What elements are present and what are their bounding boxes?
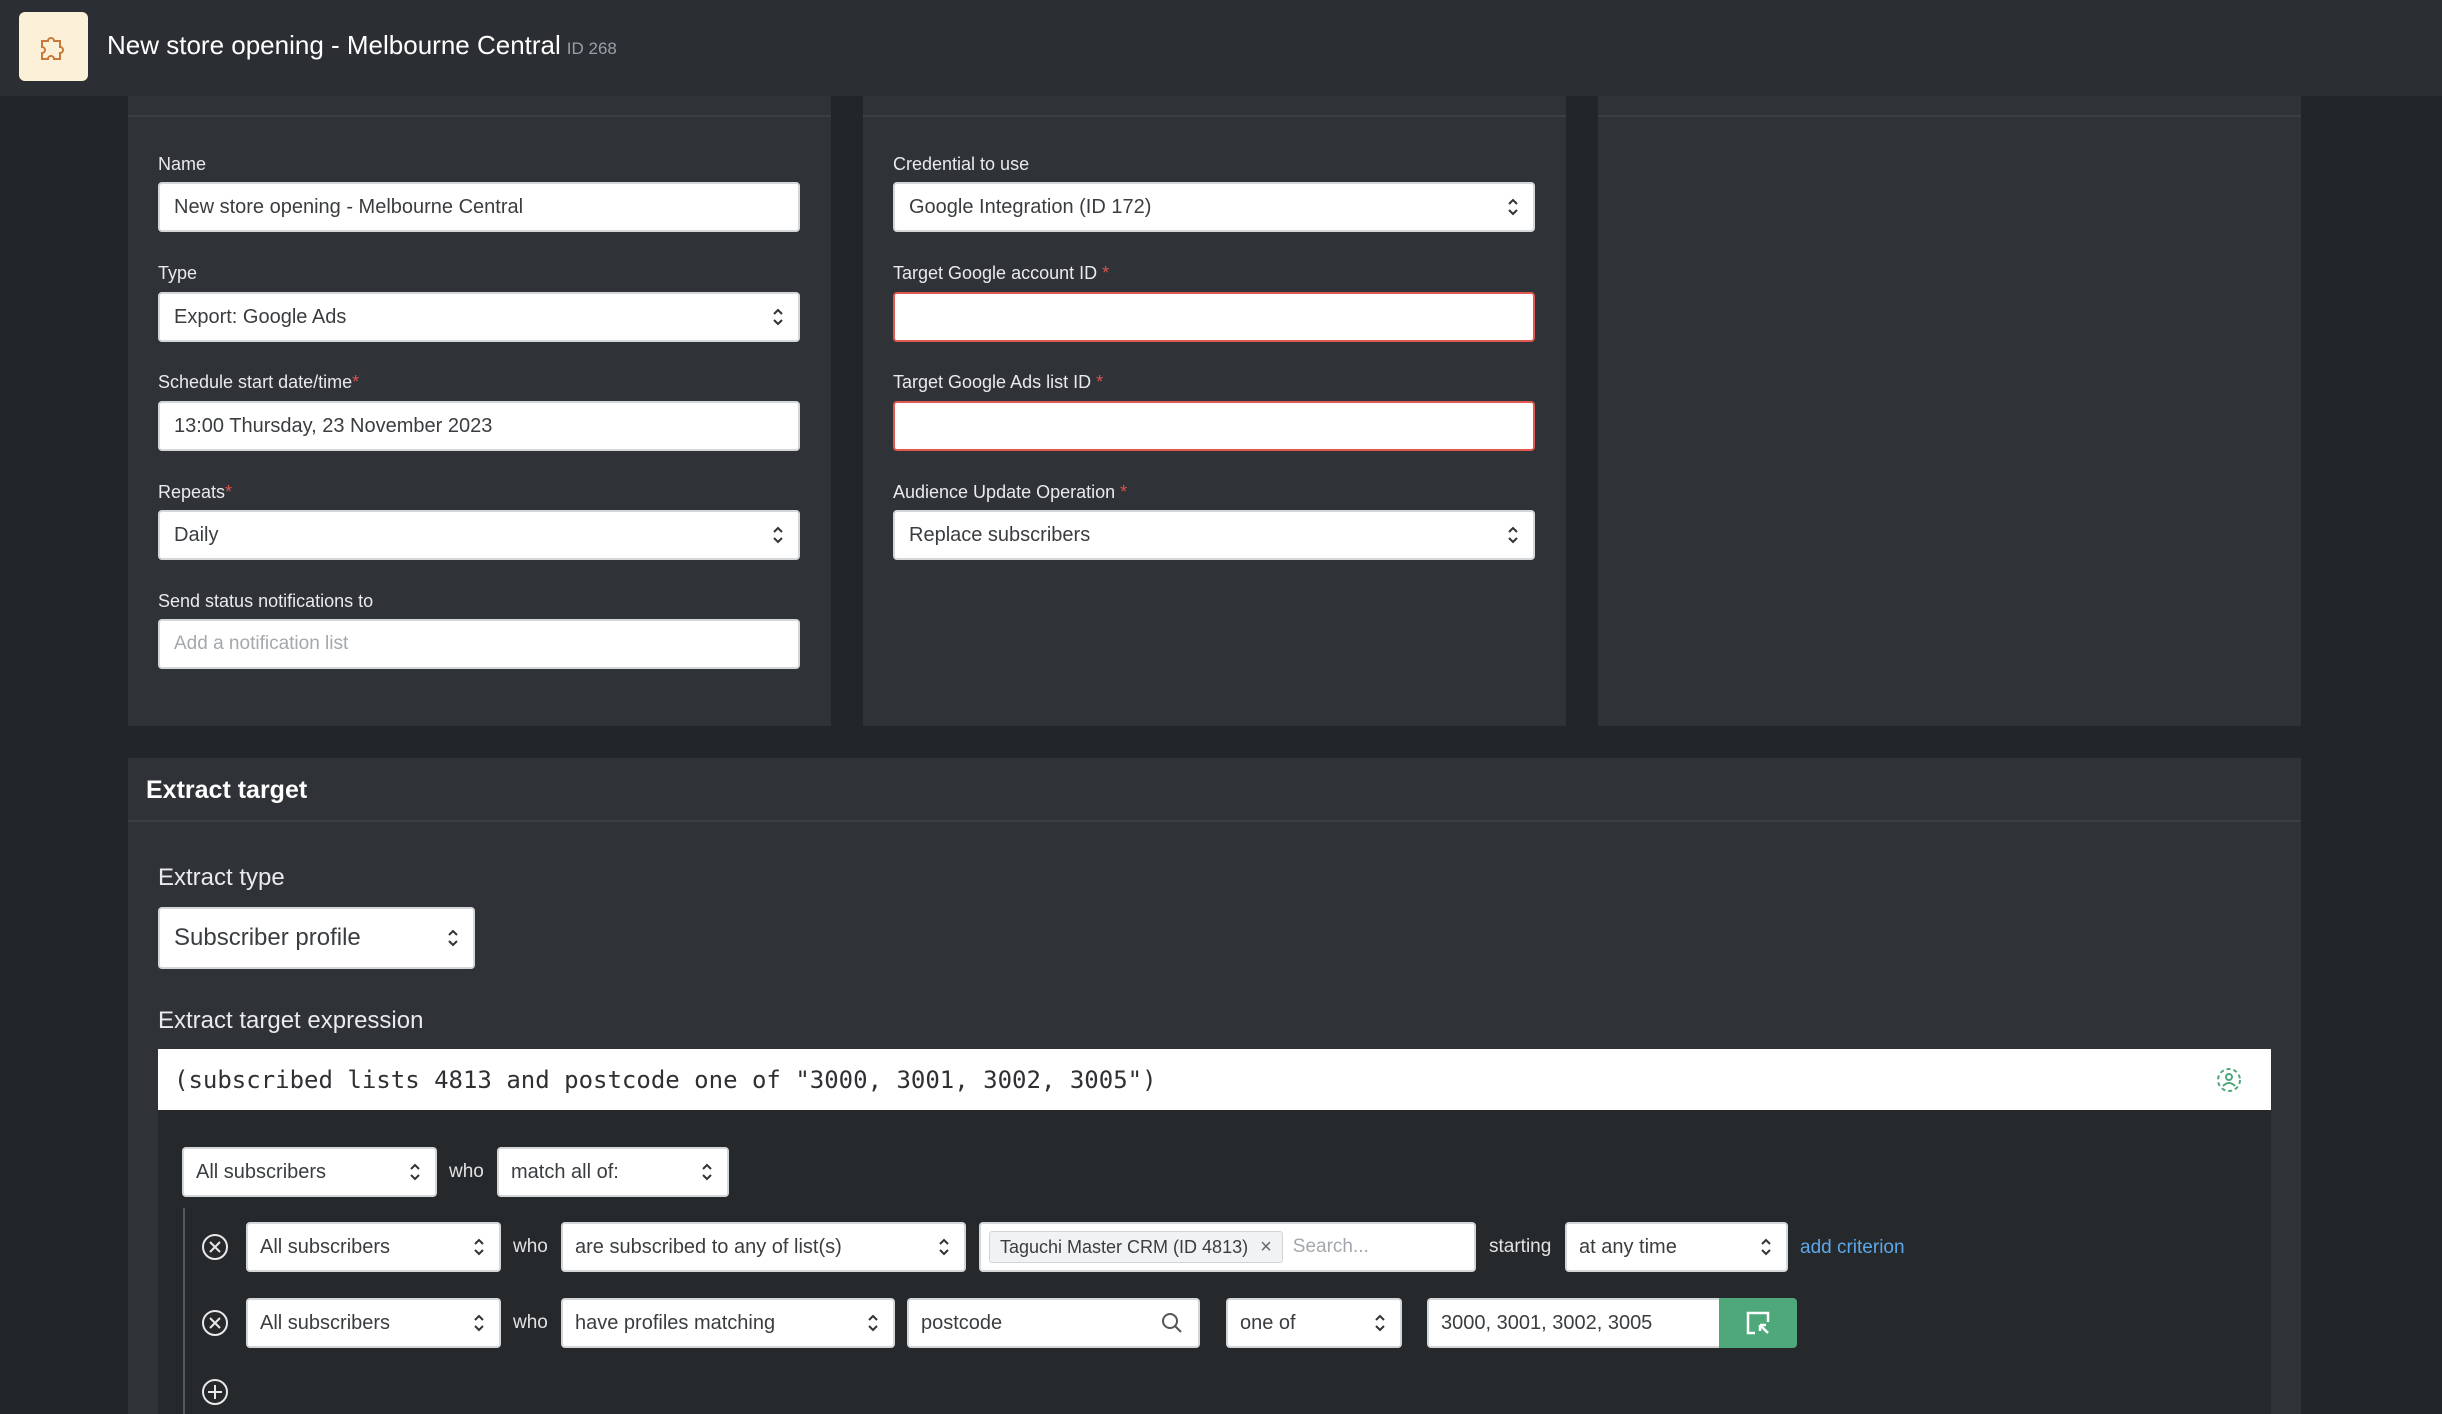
- who-text: who: [449, 1161, 484, 1182]
- expression-label: Extract target expression: [158, 1007, 424, 1034]
- match-mode-select[interactable]: match all of:: [497, 1147, 729, 1197]
- credential-label: Credential to use: [893, 154, 1030, 174]
- operation-select[interactable]: Replace subscribers: [893, 510, 1535, 560]
- criterion-1-list-picker[interactable]: Taguchi Master CRM (ID 4813) × Search...: [979, 1222, 1476, 1272]
- updown-caret-icon: [1507, 197, 1519, 217]
- list-id-input[interactable]: [893, 401, 1535, 451]
- app-header: New store opening - Melbourne Central ID …: [0, 0, 2442, 96]
- criterion-2-value-input[interactable]: 3000, 3001, 3002, 3005: [1427, 1298, 1721, 1348]
- updown-caret-icon: [1507, 525, 1519, 545]
- who-text: who: [513, 1312, 548, 1333]
- operation-label: Audience Update Operation *: [893, 482, 1128, 502]
- criteria-guide: [183, 1208, 185, 1414]
- updown-caret-icon: [1374, 1313, 1386, 1333]
- name-input[interactable]: New store opening - Melbourne Central: [158, 182, 800, 232]
- criterion-2-field-input[interactable]: postcode: [907, 1298, 1200, 1348]
- list-id-label: Target Google Ads list ID *: [893, 372, 1104, 392]
- record-id: ID 268: [566, 39, 617, 58]
- page-title: New store opening - Melbourne Central ID …: [107, 30, 617, 60]
- extract-type-select[interactable]: Subscriber profile: [158, 907, 475, 969]
- credential-select[interactable]: Google Integration (ID 172): [893, 182, 1535, 232]
- list-search-input[interactable]: Search...: [1293, 1236, 1369, 1258]
- criterion-1-condition-select[interactable]: are subscribed to any of list(s): [561, 1222, 966, 1272]
- section-title: Extract target: [146, 776, 308, 804]
- updown-caret-icon: [473, 1313, 485, 1333]
- schedule-input[interactable]: 13:00 Thursday, 23 November 2023: [158, 401, 800, 451]
- puzzle-icon[interactable]: [19, 12, 88, 81]
- updown-caret-icon: [447, 928, 459, 948]
- remove-circle-icon[interactable]: [200, 1232, 230, 1262]
- side-panel: [1598, 96, 2301, 726]
- updown-caret-icon: [701, 1162, 713, 1182]
- type-select[interactable]: Export: Google Ads: [158, 292, 800, 342]
- people-gear-icon[interactable]: [2214, 1065, 2244, 1095]
- account-id-input[interactable]: [893, 292, 1535, 342]
- updown-caret-icon: [473, 1237, 485, 1257]
- criterion-2-operator-select[interactable]: one of: [1226, 1298, 1402, 1348]
- criterion-2-scope-select[interactable]: All subscribers: [246, 1298, 501, 1348]
- repeats-label: Repeats*: [158, 482, 233, 502]
- updown-caret-icon: [772, 307, 784, 327]
- updown-caret-icon: [867, 1313, 879, 1333]
- notification-list-input[interactable]: Add a notification list: [158, 619, 800, 669]
- updown-caret-icon: [938, 1237, 950, 1257]
- starting-text: starting: [1489, 1236, 1552, 1257]
- who-text: who: [513, 1236, 548, 1257]
- remove-circle-icon[interactable]: [200, 1308, 230, 1338]
- criterion-2-condition-select[interactable]: have profiles matching: [561, 1298, 895, 1348]
- add-circle-icon[interactable]: [200, 1377, 230, 1407]
- repeats-select[interactable]: Daily: [158, 510, 800, 560]
- criterion-1-time-select[interactable]: at any time: [1565, 1222, 1788, 1272]
- root-scope-select[interactable]: All subscribers: [182, 1147, 437, 1197]
- notify-label: Send status notifications to: [158, 591, 374, 611]
- updown-caret-icon: [409, 1162, 421, 1182]
- schedule-label: Schedule start date/time*: [158, 372, 360, 392]
- chip-remove-icon[interactable]: ×: [1260, 1236, 1272, 1259]
- list-chip: Taguchi Master CRM (ID 4813) ×: [989, 1231, 1283, 1263]
- add-criterion-link[interactable]: add criterion: [1800, 1237, 1905, 1259]
- type-label: Type: [158, 263, 198, 283]
- expression-text[interactable]: (subscribed lists 4813 and postcode one …: [158, 1049, 2271, 1110]
- name-label: Name: [158, 154, 207, 174]
- updown-caret-icon: [1760, 1237, 1772, 1257]
- cursor-select-icon[interactable]: [1719, 1298, 1797, 1348]
- updown-caret-icon: [772, 525, 784, 545]
- criterion-1-scope-select[interactable]: All subscribers: [246, 1222, 501, 1272]
- account-id-label: Target Google account ID *: [893, 263, 1110, 283]
- search-icon[interactable]: [1160, 1311, 1184, 1335]
- extract-type-label: Extract type: [158, 864, 285, 891]
